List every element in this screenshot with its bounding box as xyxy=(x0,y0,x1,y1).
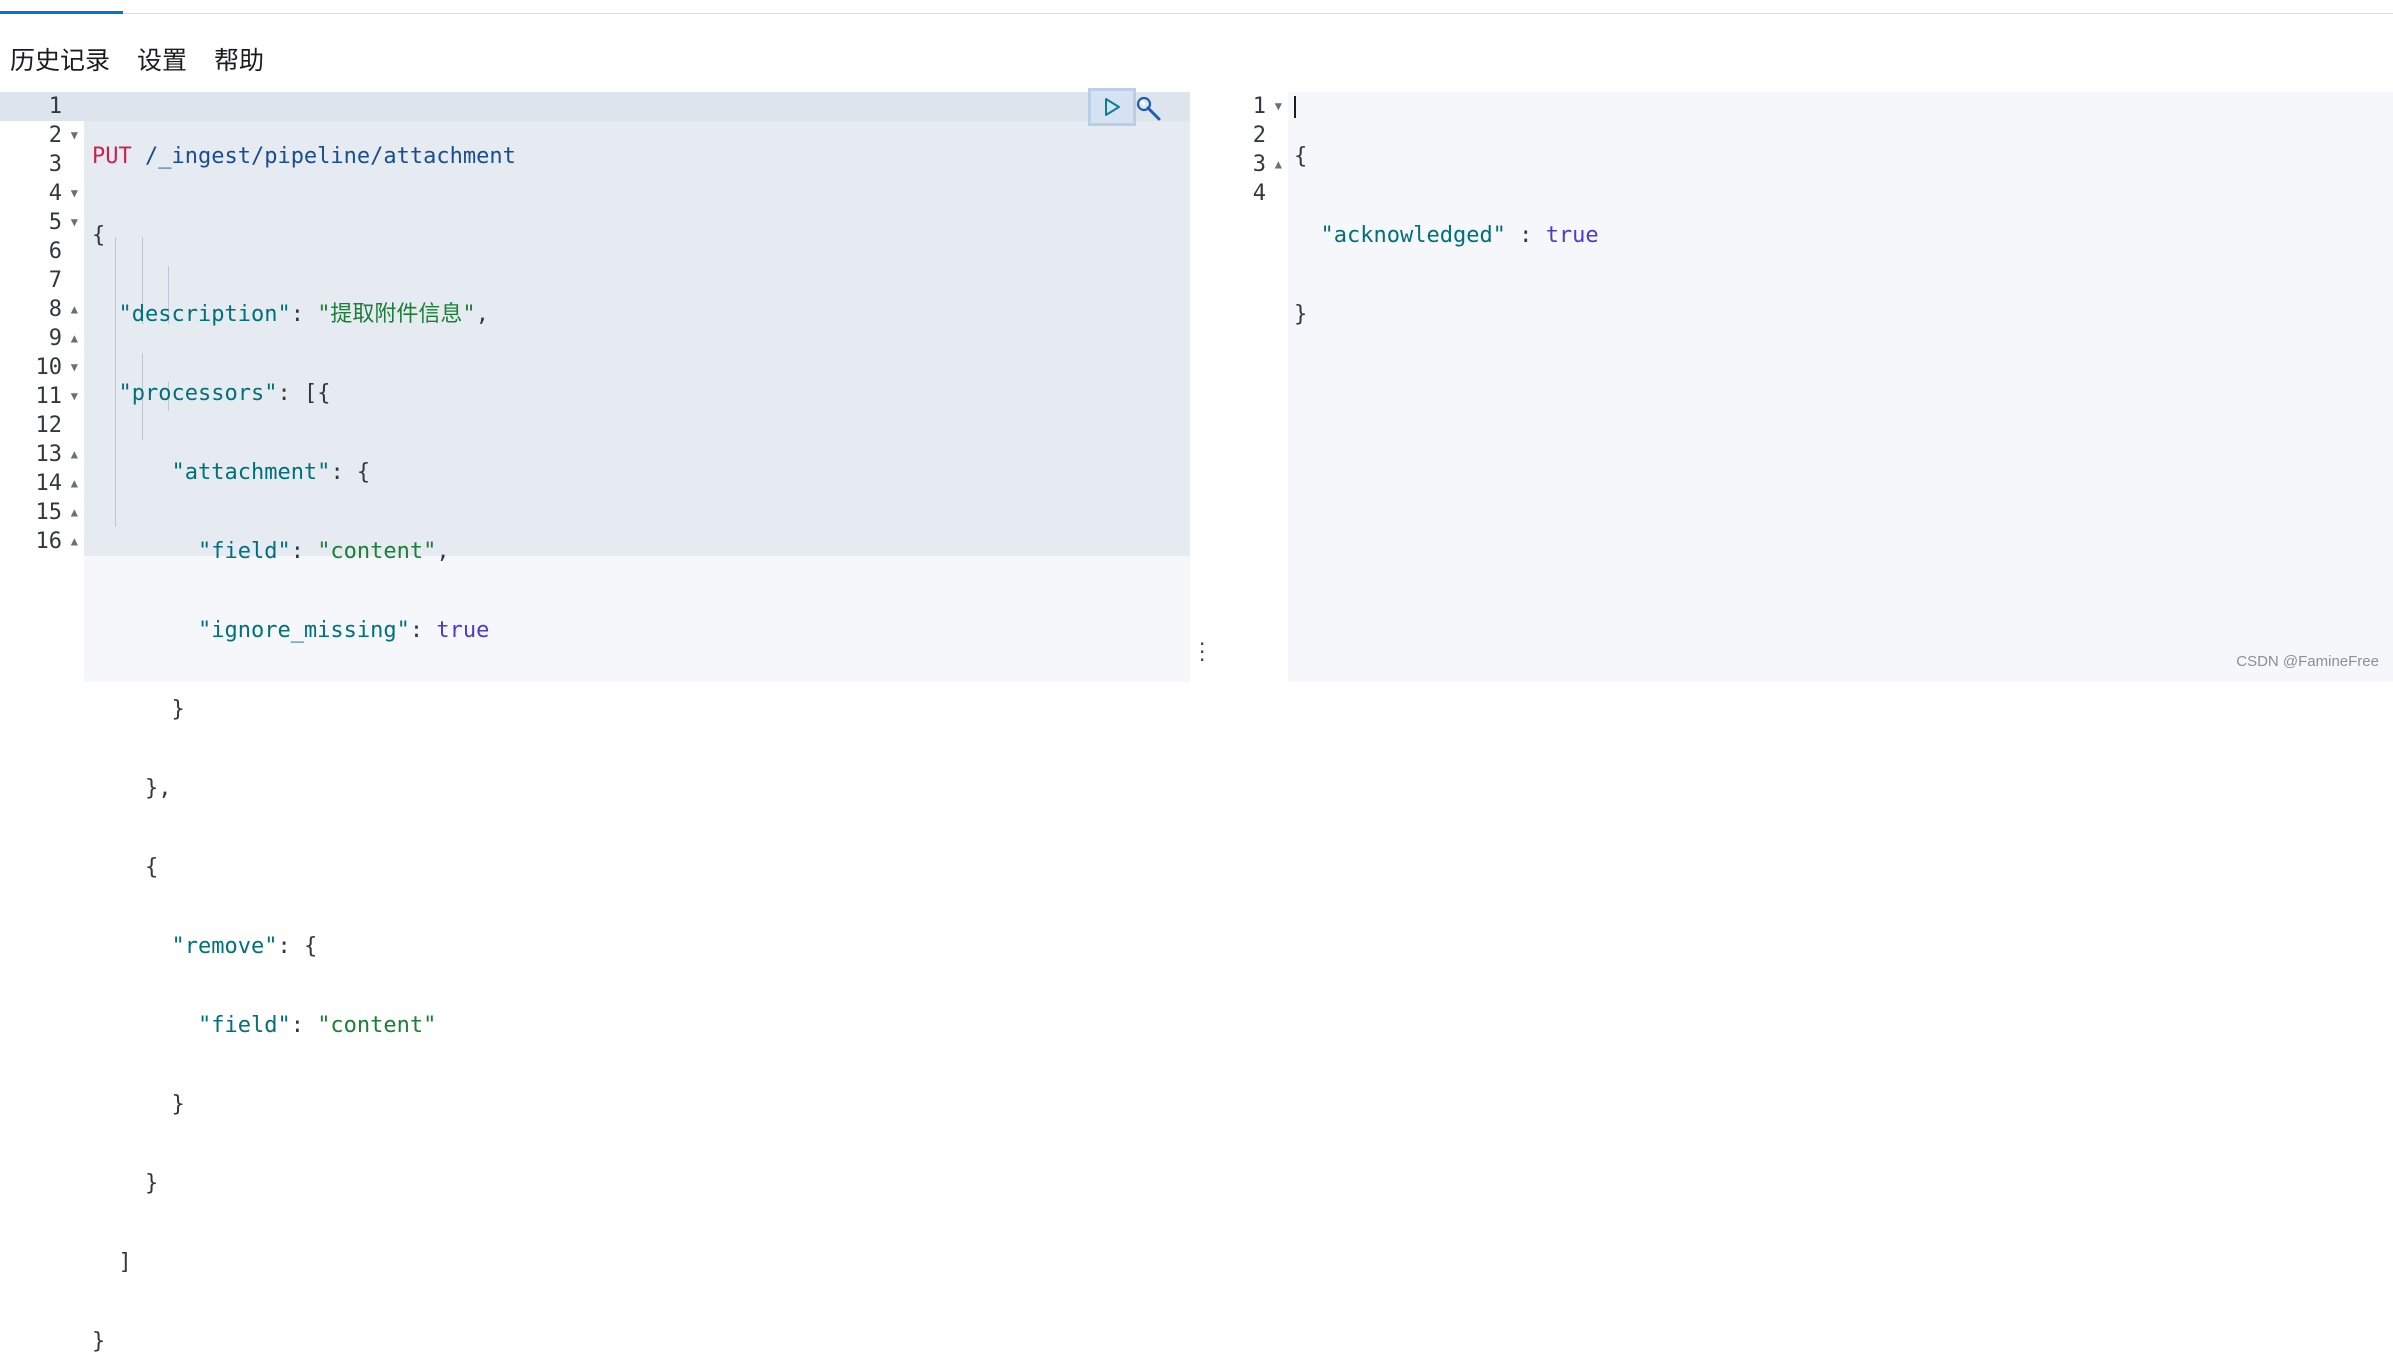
code-line: "ignore_missing": true xyxy=(92,616,516,645)
code-line: { xyxy=(92,221,516,250)
json-key: "attachment" xyxy=(171,460,330,485)
code-line: } xyxy=(92,1090,516,1119)
response-gutter: 1▼ 2 3▲ 4 xyxy=(1216,92,1288,682)
code-line xyxy=(1294,379,1599,408)
json-boolean: true xyxy=(436,618,489,643)
line-number-row: 3▲ xyxy=(1216,150,1288,179)
console-menu: 历史记录 设置 帮助 xyxy=(0,36,700,86)
line-number-row: 4 xyxy=(1216,179,1288,208)
line-number-row: 13▲ xyxy=(0,440,84,469)
run-request-button[interactable] xyxy=(1088,88,1136,126)
code-line: ] xyxy=(92,1248,516,1277)
vertical-dots-icon[interactable]: ··· xyxy=(1199,640,1205,666)
fold-open-icon[interactable]: ▼ xyxy=(71,353,78,382)
code-line: "attachment": { xyxy=(92,458,516,487)
code-line: PUT /_ingest/pipeline/attachment xyxy=(92,142,516,171)
line-number-row: 8▲ xyxy=(0,295,84,324)
line-number-row: 4▼ xyxy=(0,179,84,208)
line-number-row: 2 xyxy=(1216,121,1288,150)
play-icon xyxy=(1101,96,1123,118)
json-boolean: true xyxy=(1546,223,1599,248)
fold-close-icon[interactable]: ▲ xyxy=(71,498,78,527)
line-number-row: 1▼ xyxy=(1216,92,1288,121)
code-line: "description": "提取附件信息", xyxy=(92,300,516,329)
menu-settings[interactable]: 设置 xyxy=(137,36,187,86)
text-cursor xyxy=(1294,96,1296,118)
json-key: "field" xyxy=(198,539,291,564)
request-gutter: 1 2▼ 3 4▼ 5▼ 6 7 8▲ 9▲ 10▼ 11▼ 12 13▲ 14… xyxy=(0,92,84,682)
code-line: } xyxy=(92,695,516,724)
wrench-icon xyxy=(1135,95,1163,123)
code-line: "field": "content" xyxy=(92,1011,516,1040)
line-number-row: 11▼ xyxy=(0,382,84,411)
line-number-row: 3 xyxy=(0,150,84,179)
line-number-row: 7 xyxy=(0,266,84,295)
json-key: "description" xyxy=(119,302,291,327)
request-settings-button[interactable] xyxy=(1134,94,1164,124)
line-number-row: 16▲ xyxy=(0,527,84,556)
json-key: "processors" xyxy=(119,381,278,406)
line-number-row: 9▲ xyxy=(0,324,84,353)
line-number-row: 6 xyxy=(0,237,84,266)
http-method: PUT xyxy=(92,144,132,169)
code-line: } xyxy=(92,1327,516,1356)
fold-open-icon[interactable]: ▼ xyxy=(71,208,78,237)
fold-close-icon[interactable]: ▲ xyxy=(71,469,78,498)
response-editor[interactable]: { "acknowledged" : true } xyxy=(1288,92,2393,682)
fold-close-icon[interactable]: ▲ xyxy=(71,295,78,324)
code-line: } xyxy=(92,1169,516,1198)
top-tab-strip xyxy=(0,0,2393,14)
code-line: "acknowledged" : true xyxy=(1294,221,1599,250)
code-line: "remove": { xyxy=(92,932,516,961)
watermark: CSDN @FamineFree xyxy=(2236,653,2379,670)
line-number-row: 5▼ xyxy=(0,208,84,237)
fold-open-icon[interactable]: ▼ xyxy=(71,179,78,208)
json-string: "content" xyxy=(317,539,436,564)
fold-close-icon[interactable]: ▲ xyxy=(71,527,78,556)
json-string: "提取附件信息" xyxy=(317,302,476,327)
line-number-row: 10▼ xyxy=(0,353,84,382)
line-number-row: 2▼ xyxy=(0,121,84,150)
menu-history[interactable]: 历史记录 xyxy=(10,36,110,86)
menu-help[interactable]: 帮助 xyxy=(214,36,264,86)
json-key: "field" xyxy=(198,1013,291,1038)
line-number-row: 12 xyxy=(0,411,84,440)
pane-divider[interactable] xyxy=(1190,92,1216,682)
line-number-row: 1 xyxy=(0,92,84,121)
fold-close-icon[interactable]: ▲ xyxy=(1275,150,1282,179)
code-line: "processors": [{ xyxy=(92,379,516,408)
fold-close-icon[interactable]: ▲ xyxy=(71,324,78,353)
request-editor[interactable]: PUT /_ingest/pipeline/attachment { "desc… xyxy=(84,92,1190,682)
fold-open-icon[interactable]: ▼ xyxy=(71,121,78,150)
json-key: "remove" xyxy=(171,934,277,959)
json-string: "content" xyxy=(317,1013,436,1038)
line-number-row: 14▲ xyxy=(0,469,84,498)
code-line: { xyxy=(1294,142,1599,171)
code-line: }, xyxy=(92,774,516,803)
json-key: "ignore_missing" xyxy=(198,618,410,643)
fold-close-icon[interactable]: ▲ xyxy=(71,440,78,469)
active-tab-indicator xyxy=(0,11,123,14)
code-line: { xyxy=(92,853,516,882)
json-key: "acknowledged" xyxy=(1321,223,1506,248)
fold-open-icon[interactable]: ▼ xyxy=(1275,92,1282,121)
code-line: "field": "content", xyxy=(92,537,516,566)
request-path: /_ingest/pipeline/attachment xyxy=(132,144,516,169)
line-number-row: 15▲ xyxy=(0,498,84,527)
fold-open-icon[interactable]: ▼ xyxy=(71,382,78,411)
code-line: } xyxy=(1294,300,1599,329)
